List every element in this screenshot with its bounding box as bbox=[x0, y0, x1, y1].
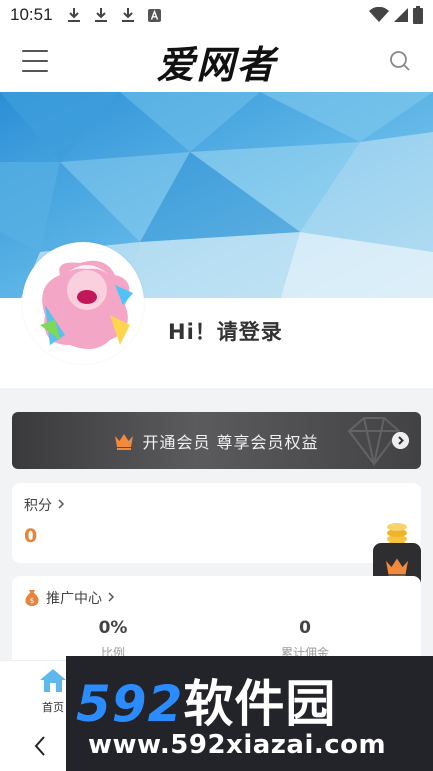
stat-value: 0 bbox=[299, 618, 311, 638]
signal-icon bbox=[394, 8, 408, 22]
svg-text:$: $ bbox=[30, 597, 34, 605]
menu-icon-line bbox=[22, 50, 48, 52]
wifi-icon bbox=[369, 7, 389, 22]
points-title: 积分 bbox=[24, 498, 52, 514]
login-greeting[interactable]: Hi！请登录 bbox=[168, 316, 283, 346]
menu-icon-line bbox=[22, 60, 48, 62]
points-title-row[interactable]: 积分 bbox=[24, 495, 66, 515]
money-bag-icon: $ bbox=[25, 590, 39, 606]
status-time: 10:51 bbox=[10, 5, 53, 24]
app-header: 爱网者 bbox=[0, 30, 433, 92]
app-logo: 爱网者 bbox=[156, 41, 277, 87]
stat-value: 0% bbox=[98, 618, 128, 638]
home-icon bbox=[40, 669, 66, 692]
watermark-url: www.592xiazai.com bbox=[88, 730, 387, 760]
promo-title: 推广中心 bbox=[46, 591, 102, 607]
watermark: 592软件园 www.592xiazai.com bbox=[66, 656, 433, 771]
promo-stat-ratio: 0% 比例 bbox=[18, 618, 208, 661]
promo-stat-commission: 0 累计佣金 bbox=[210, 618, 400, 661]
crown-icon bbox=[115, 433, 134, 450]
menu-button[interactable] bbox=[22, 50, 48, 72]
watermark-brand: 592软件园 bbox=[76, 664, 336, 736]
download-icon bbox=[94, 8, 107, 22]
notification-icons bbox=[67, 7, 161, 23]
watermark-brand-num: 592 bbox=[76, 675, 184, 733]
menu-icon-line bbox=[22, 70, 48, 72]
back-arrow-icon[interactable] bbox=[30, 731, 50, 761]
font-a-icon bbox=[147, 8, 161, 22]
status-bar: 10:51 bbox=[0, 0, 433, 30]
download-icon bbox=[67, 8, 80, 22]
chevron-right-icon bbox=[58, 499, 65, 509]
battery-icon bbox=[413, 6, 423, 24]
chevron-right-icon bbox=[108, 592, 115, 602]
watermark-brand-cn: 软件园 bbox=[183, 675, 337, 733]
avatar[interactable] bbox=[22, 242, 144, 364]
crown-icon bbox=[386, 558, 408, 578]
vip-banner[interactable]: 开通会员 尊享会员权益 bbox=[12, 412, 421, 469]
chevron-right-icon bbox=[392, 432, 409, 449]
points-value: 0 bbox=[24, 525, 38, 547]
search-icon[interactable] bbox=[389, 50, 411, 72]
points-card[interactable]: 积分 0 bbox=[12, 483, 421, 563]
promo-title-row[interactable]: 推广中心 bbox=[46, 588, 116, 608]
download-icon bbox=[121, 8, 134, 22]
system-icons bbox=[369, 6, 423, 24]
vip-label: 开通会员 尊享会员权益 bbox=[142, 432, 319, 452]
avatar-illustration bbox=[25, 245, 141, 361]
